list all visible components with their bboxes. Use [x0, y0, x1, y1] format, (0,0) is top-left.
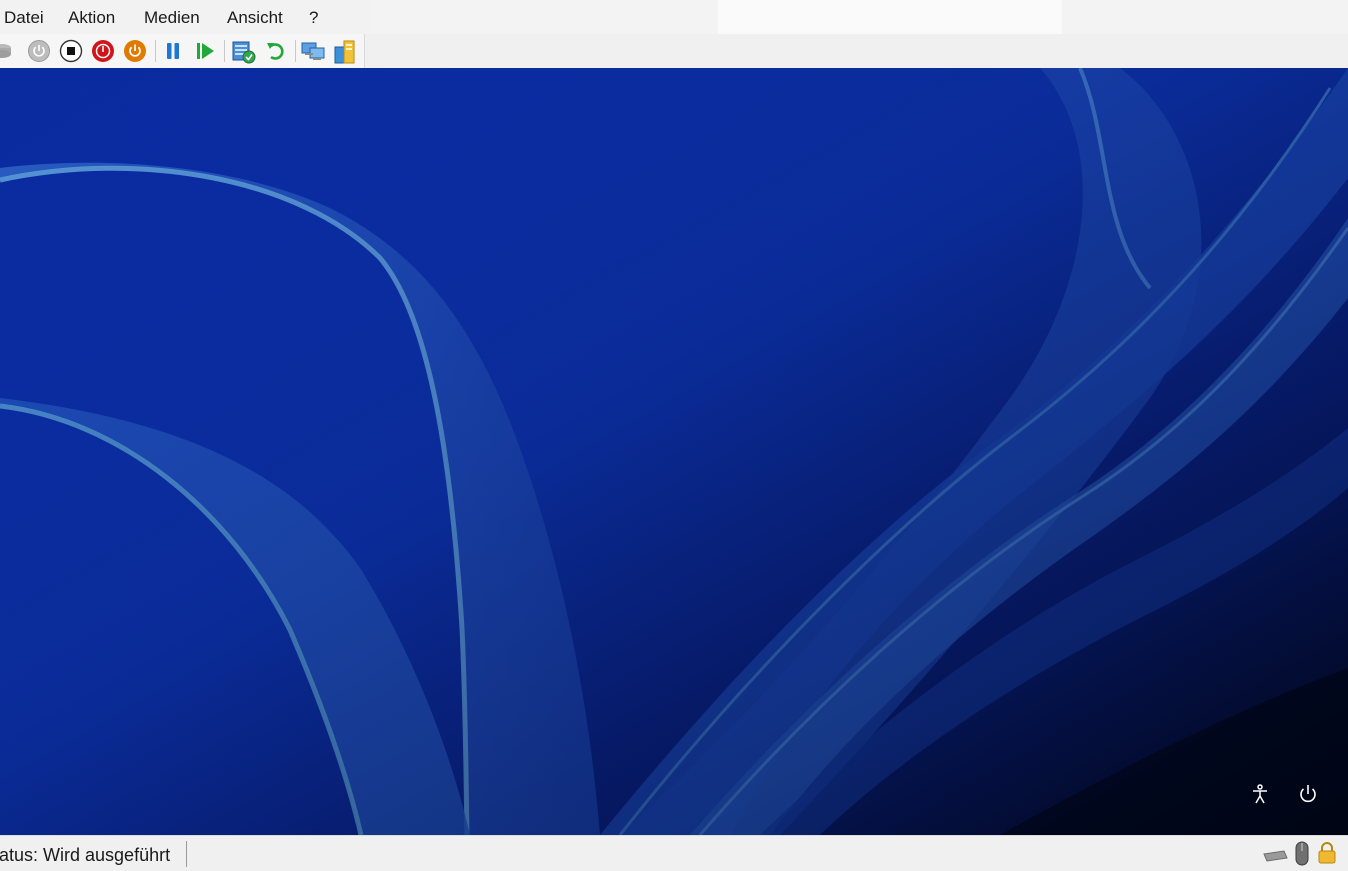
title-strip — [718, 0, 1062, 34]
accessibility-icon — [1253, 784, 1267, 804]
vm-display[interactable] — [0, 68, 1348, 835]
checkpoint-button[interactable] — [231, 39, 256, 64]
pause-icon — [167, 43, 179, 59]
power-button[interactable] — [1296, 782, 1320, 806]
start-icon — [28, 40, 50, 62]
menu-bar: Datei Aktion Medien Ansicht ? — [0, 0, 1348, 34]
menu-help[interactable]: ? — [309, 8, 318, 28]
toolbar-separator — [295, 40, 296, 62]
toolbar — [0, 34, 1348, 68]
status-separator — [186, 841, 187, 867]
revert-button[interactable] — [264, 39, 288, 63]
play-icon — [197, 43, 214, 59]
checkpoint-icon — [232, 41, 256, 64]
mouse-icon — [1295, 841, 1309, 866]
revert-icon — [267, 43, 284, 60]
enhanced-session-button[interactable] — [301, 39, 325, 63]
share-icon — [334, 40, 355, 64]
menu-aktion[interactable]: Aktion — [68, 8, 115, 28]
menu-medien[interactable]: Medien — [144, 8, 200, 28]
lock-icon — [1318, 842, 1336, 864]
power-icon — [1300, 785, 1316, 803]
share-button[interactable] — [333, 39, 357, 64]
accessibility-button[interactable] — [1248, 782, 1272, 806]
shut-down-button[interactable] — [91, 39, 115, 63]
turn-off-icon — [59, 39, 83, 63]
status-bar: tatus: Wird ausgeführt — [0, 835, 1348, 871]
start-button[interactable] — [27, 39, 51, 63]
menu-datei[interactable]: Datei — [4, 8, 44, 28]
save-icon — [124, 40, 146, 62]
keyboard-icon — [1263, 850, 1288, 862]
shut-down-icon — [92, 40, 114, 62]
ctrl-alt-del-button[interactable] — [0, 39, 14, 63]
menu-ansicht[interactable]: Ansicht — [227, 8, 283, 28]
status-text: tatus: Wird ausgeführt — [0, 845, 171, 865]
toolbar-separator — [155, 40, 156, 62]
toolbar-separator — [224, 40, 225, 62]
turn-off-button[interactable] — [59, 39, 83, 63]
pause-button[interactable] — [161, 39, 185, 63]
resume-button[interactable] — [193, 39, 217, 63]
ctrl-alt-del-icon — [0, 44, 11, 58]
desktop-wallpaper — [0, 68, 1348, 835]
enhanced-session-icon — [301, 42, 325, 60]
save-button[interactable] — [123, 39, 147, 63]
